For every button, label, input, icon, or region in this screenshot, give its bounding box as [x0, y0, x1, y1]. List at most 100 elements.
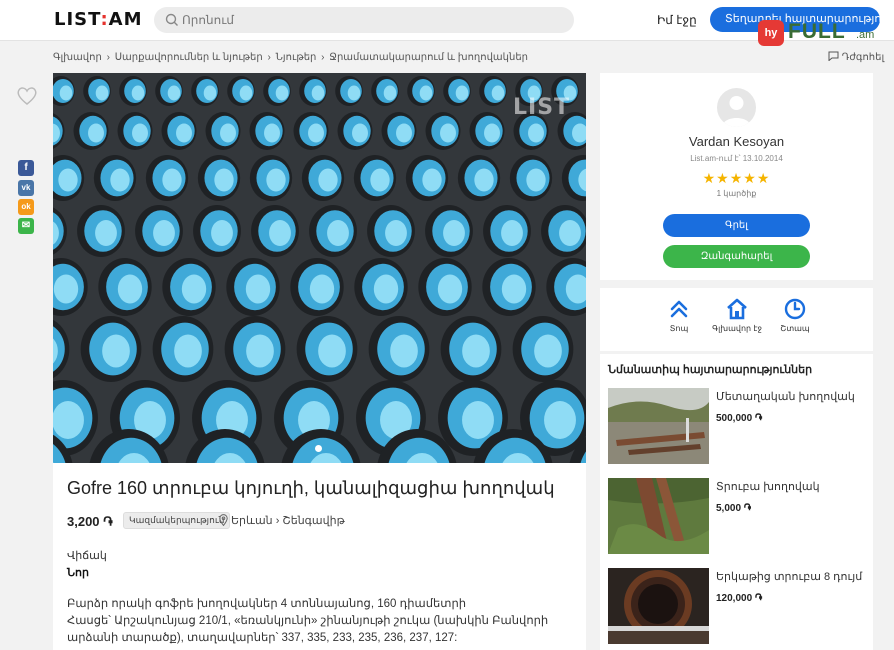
pipe-end — [443, 76, 471, 106]
watermark-text: FULL — [788, 20, 846, 43]
report-link[interactable]: Դժգոհել — [828, 51, 884, 63]
site-logo[interactable]: LIST:AM — [54, 9, 142, 30]
pipe-end — [425, 205, 473, 257]
vk-share-icon[interactable]: vk — [18, 180, 34, 196]
pipe-end — [354, 258, 408, 316]
pipes-photo-image — [53, 73, 586, 463]
listing-price: 3,200 ֏ — [67, 514, 113, 529]
urgent-action[interactable]: Շտապ — [760, 298, 830, 333]
similar-title[interactable]: Մետաղական խողովակ — [716, 390, 855, 403]
pipe-end — [249, 155, 293, 201]
similar-item[interactable]: Տրուբա խողովակ 5,000 ֏ — [608, 478, 868, 554]
photo-watermark: LIST — [513, 95, 571, 120]
pipe-end — [405, 155, 449, 201]
my-page-link[interactable]: Իմ էջը — [657, 13, 697, 27]
pipe-end — [98, 258, 152, 316]
pipe-end — [73, 112, 109, 150]
similar-thumbnail[interactable] — [608, 568, 709, 644]
site-watermark: hy FULL .am — [758, 18, 888, 50]
message-button[interactable]: Գրել — [663, 214, 810, 237]
pipe-end — [371, 76, 399, 106]
seller-reviews-count[interactable]: 1 կարծիք — [600, 189, 873, 198]
pipe-end — [155, 76, 183, 106]
pipe-end — [193, 205, 241, 257]
breadcrumb-item[interactable]: Նյութեր — [276, 52, 317, 63]
pipe-end — [407, 76, 435, 106]
breadcrumb: Գլխավոր › Սարքավորումներ և նյութեր › Նյո… — [53, 52, 529, 63]
pipe-end — [162, 258, 216, 316]
listing-title: Gofre 160 տրուբա կոյուղի, կանալիզացիա խո… — [67, 478, 555, 498]
pipe-end — [249, 112, 285, 150]
pipe-end — [224, 316, 286, 382]
seller-name[interactable]: Vardan Kesoyan — [600, 134, 873, 149]
similar-price: 5,000 ֏ — [716, 503, 752, 514]
description-text: Բարձր որակի գոֆրե խողովակներ 4 տոննայանո… — [67, 598, 549, 644]
metal-pipes-image — [608, 388, 709, 464]
pipe-end — [425, 112, 461, 150]
promotion-actions: Տոպ Գլխավոր էջ Շտապ — [600, 288, 873, 351]
user-silhouette-icon — [722, 96, 751, 127]
pipe-end — [509, 155, 553, 201]
double-chevron-up-icon — [670, 300, 688, 318]
pipe-end — [263, 76, 291, 106]
odnoklassniki-share-icon[interactable]: ok — [18, 199, 34, 215]
similar-title[interactable]: Տրուբա խողովակ — [716, 480, 820, 493]
pipe-end — [309, 205, 357, 257]
listing-card: LIST Gofre 160 տրուբա կոյուղի, կանալիզաց… — [53, 73, 586, 650]
seller-type-badge: Կազմակերպություն — [123, 512, 231, 529]
listing-photo[interactable]: LIST — [53, 73, 586, 463]
urgent-action-label: Շտապ — [780, 324, 810, 333]
home-icon — [727, 298, 747, 320]
breadcrumb-item[interactable]: Ջրամատակարարում և խողովակներ — [329, 52, 528, 63]
pipe-end — [205, 112, 241, 150]
pipe-end — [145, 155, 189, 201]
pipe-end — [80, 316, 142, 382]
seller-avatar[interactable] — [717, 88, 756, 127]
watermark-suffix: .am — [856, 29, 875, 41]
clock-icon — [784, 298, 806, 320]
favorite-heart-icon[interactable] — [16, 86, 38, 106]
iron-pipe-image — [608, 568, 709, 644]
pipe-end — [191, 76, 219, 106]
similar-thumbnail[interactable] — [608, 388, 709, 464]
search-icon — [165, 13, 178, 26]
facebook-share-icon[interactable]: f — [18, 160, 34, 176]
email-share-icon[interactable]: ✉ — [18, 218, 34, 234]
similar-ads: Նմանատիպ հայտարարություններ Մետաղական խո… — [600, 354, 873, 650]
call-button[interactable]: Զանգահարել — [663, 245, 810, 268]
watermark-badge: hy — [758, 20, 784, 46]
similar-heading: Նմանատիպ հայտարարություններ — [608, 364, 813, 376]
pipe-end — [226, 258, 280, 316]
breadcrumb-item[interactable]: Գլխավոր — [53, 52, 102, 63]
flag-icon — [828, 51, 839, 62]
pipe-end — [290, 258, 344, 316]
pipe-end — [483, 205, 531, 257]
seller-rating-stars: ★★★★★ — [702, 170, 771, 186]
pipe-end — [117, 112, 153, 150]
location-pin-icon — [219, 514, 228, 527]
search-input[interactable] — [182, 11, 562, 29]
condition-value: Նոր — [67, 567, 89, 579]
listing-description: Բարձր որակի գոֆրե խողովակներ 4 տոննայանո… — [67, 596, 572, 647]
pipe-end — [299, 76, 327, 106]
pipe-end — [296, 316, 358, 382]
similar-thumbnail[interactable] — [608, 478, 709, 554]
similar-item[interactable]: Երկաթից տրուբա 8 դույմ 120,000 ֏ — [608, 568, 868, 644]
similar-title[interactable]: Երկաթից տրուբա 8 դույմ — [716, 570, 862, 583]
breadcrumb-item[interactable]: Սարքավորումներ և նյութեր — [115, 52, 263, 63]
pipe-end — [457, 155, 501, 201]
similar-item[interactable]: Մետաղական խողովակ 500,000 ֏ — [608, 388, 868, 464]
similar-price: 120,000 ֏ — [716, 593, 763, 604]
search-bar[interactable] — [154, 7, 574, 33]
rusty-pipes-grass-image — [608, 478, 709, 554]
pipe-end — [152, 316, 214, 382]
pipe-end — [301, 155, 345, 201]
pipe-end — [479, 76, 507, 106]
seller-card: Vardan Kesoyan List.am-ում է՝ 13.10.2014… — [600, 73, 873, 280]
listing-location[interactable]: Երևան › Շենգավիթ — [219, 514, 345, 527]
gallery-indicator[interactable] — [315, 445, 322, 452]
pipe-end — [469, 112, 505, 150]
pipe-end — [482, 258, 536, 316]
condition-label: Վիճակ — [67, 550, 107, 562]
pipe-end — [440, 316, 502, 382]
